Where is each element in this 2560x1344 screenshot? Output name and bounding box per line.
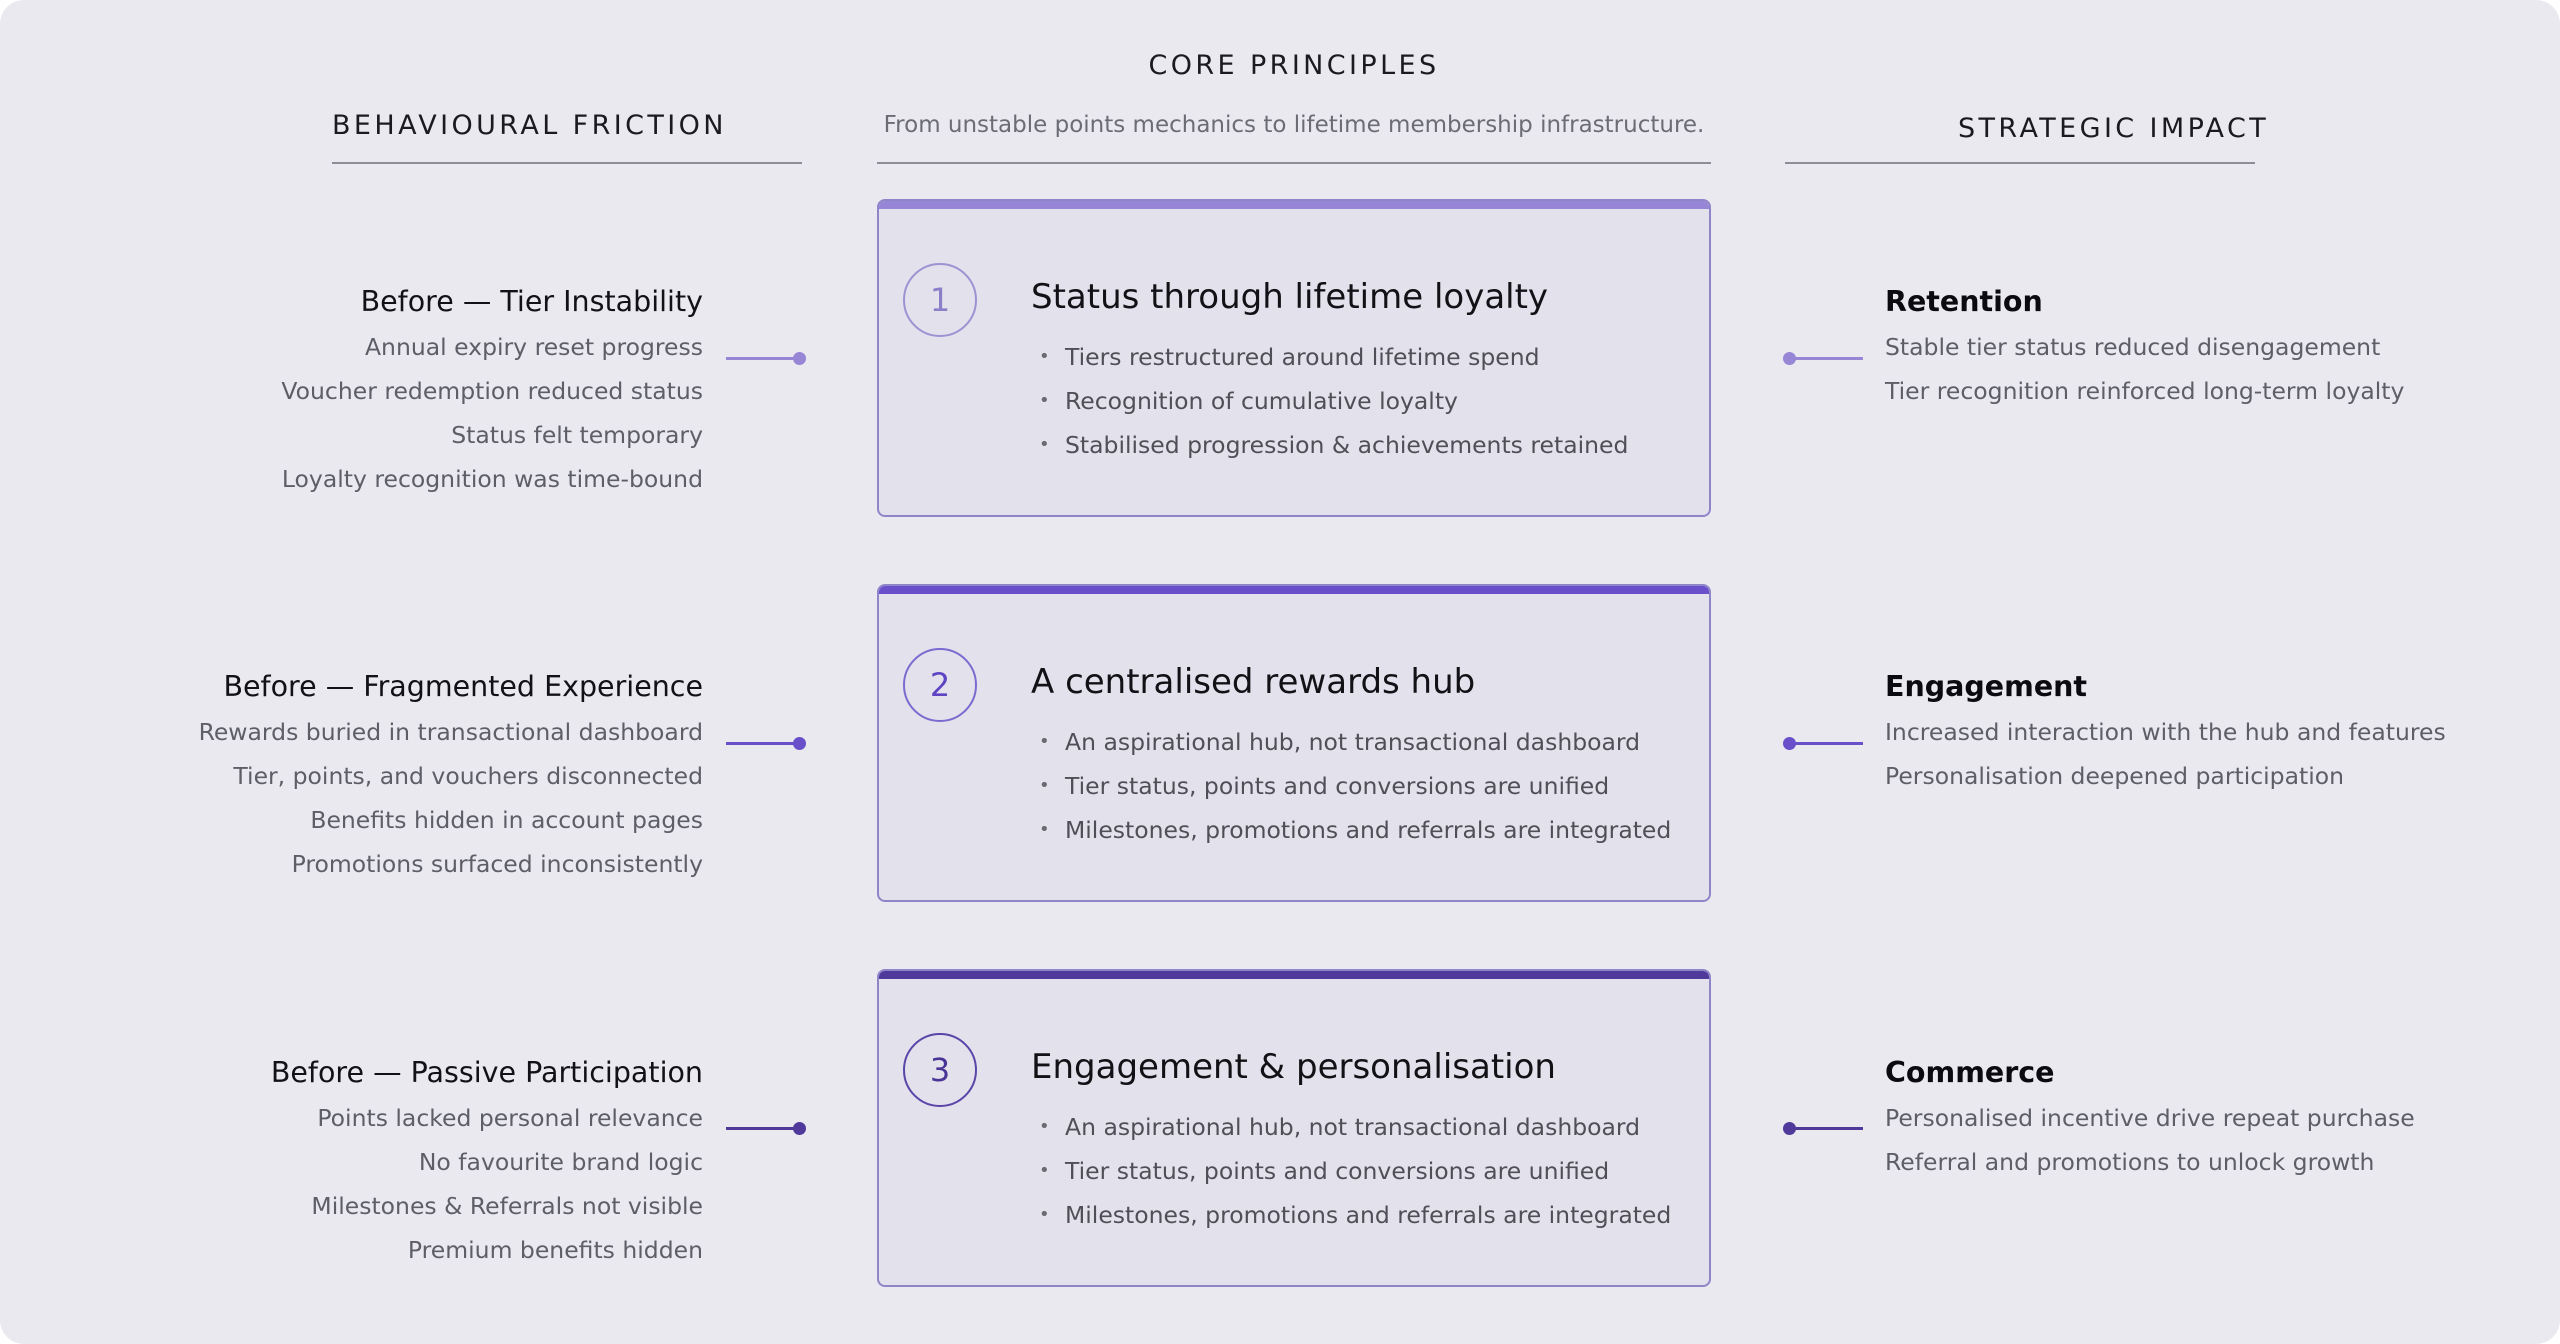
right-connector [1783, 1122, 1863, 1135]
friction-item: Voucher redemption reduced status [281, 377, 703, 405]
friction-block: Before — Passive Participation Points la… [180, 1050, 703, 1272]
card-accent-bar [879, 201, 1709, 209]
impact-item: Referral and promotions to unlock growth [1885, 1148, 2375, 1176]
principle-card: 2 A centralised rewards hub An aspiratio… [877, 584, 1711, 902]
principle-bullets: Tiers restructured around lifetime spend… [1031, 335, 1628, 467]
left-connector [726, 1122, 806, 1135]
principle-bullet: Milestones, promotions and referrals are… [1031, 1193, 1671, 1237]
right-divider [1785, 162, 2255, 164]
principle-bullet: Milestones, promotions and referrals are… [1031, 808, 1671, 852]
left-connector [726, 352, 806, 365]
friction-item: Rewards buried in transactional dashboar… [198, 718, 703, 746]
friction-item: No favourite brand logic [418, 1148, 703, 1176]
principle-title: Status through lifetime loyalty [1031, 277, 1549, 317]
principle-number-badge: 1 [903, 263, 977, 337]
friction-item: Loyalty recognition was time-bound [281, 465, 703, 493]
principle-bullets: An aspirational hub, not transactional d… [1031, 720, 1671, 852]
principle-bullet: Stabilised progression & achievements re… [1031, 423, 1628, 467]
core-principles-heading: CORE PRINCIPLES [1148, 50, 1440, 81]
friction-item: Status felt temporary [451, 421, 703, 449]
impact-block: Retention Stable tier status reduced dis… [1885, 279, 2525, 413]
principle-bullet: Tiers restructured around lifetime spend [1031, 335, 1628, 379]
principle-bullet: Tier status, points and conversions are … [1031, 1149, 1671, 1193]
connector-dot [1783, 352, 1796, 365]
friction-item: Tier, points, and vouchers disconnected [233, 762, 703, 790]
friction-title: Before — Fragmented Experience [223, 670, 703, 703]
right-connector [1783, 737, 1863, 750]
right-connector [1783, 352, 1863, 365]
principle-number-badge: 2 [903, 648, 977, 722]
impact-title: Engagement [1885, 670, 2088, 703]
impact-item: Tier recognition reinforced long-term lo… [1885, 377, 2405, 405]
core-principles-subtitle: From unstable points mechanics to lifeti… [883, 112, 1705, 138]
friction-title: Before — Passive Participation [270, 1056, 703, 1089]
card-accent-bar [879, 971, 1709, 979]
friction-item: Annual expiry reset progress [364, 333, 703, 361]
principle-card: 1 Status through lifetime loyalty Tiers … [877, 199, 1711, 517]
principle-bullets: An aspirational hub, not transactional d… [1031, 1105, 1671, 1237]
friction-block: Before — Fragmented Experience Rewards b… [180, 664, 703, 886]
friction-item: Milestones & Referrals not visible [311, 1192, 703, 1220]
card-accent-bar [879, 586, 1709, 594]
left-connector [726, 737, 806, 750]
impact-item: Increased interaction with the hub and f… [1885, 718, 2446, 746]
friction-item: Points lacked personal relevance [317, 1104, 703, 1132]
principle-number-badge: 3 [903, 1033, 977, 1107]
principle-title: A centralised rewards hub [1031, 662, 1476, 702]
impact-title: Retention [1885, 285, 2043, 318]
connector-dot [793, 737, 806, 750]
strategic-impact-heading: STRATEGIC IMPACT [1958, 113, 2270, 144]
impact-item: Personalised incentive drive repeat purc… [1885, 1104, 2415, 1132]
friction-item: Premium benefits hidden [407, 1236, 703, 1264]
connector-dot [1783, 1122, 1796, 1135]
connector-dot [793, 1122, 806, 1135]
impact-item: Personalisation deepened participation [1885, 762, 2345, 790]
principle-card: 3 Engagement & personalisation An aspira… [877, 969, 1711, 1287]
friction-title: Before — Tier Instability [360, 285, 703, 318]
impact-title: Commerce [1885, 1056, 2055, 1089]
friction-block: Before — Tier Instability Annual expiry … [180, 279, 703, 501]
friction-item: Benefits hidden in account pages [310, 806, 703, 834]
principle-bullet: Recognition of cumulative loyalty [1031, 379, 1628, 423]
principle-title: Engagement & personalisation [1031, 1047, 1556, 1087]
diagram-canvas: CORE PRINCIPLES From unstable points mec… [0, 0, 2560, 1344]
connector-dot [1783, 737, 1796, 750]
principle-bullet: An aspirational hub, not transactional d… [1031, 1105, 1671, 1149]
connector-dot [793, 352, 806, 365]
behavioural-friction-heading: BEHAVIOURAL FRICTION [332, 110, 727, 141]
impact-block: Engagement Increased interaction with th… [1885, 664, 2525, 798]
impact-item: Stable tier status reduced disengagement [1885, 333, 2381, 361]
principle-bullet: Tier status, points and conversions are … [1031, 764, 1671, 808]
impact-block: Commerce Personalised incentive drive re… [1885, 1050, 2525, 1184]
principle-bullet: An aspirational hub, not transactional d… [1031, 720, 1671, 764]
left-divider [332, 162, 802, 164]
friction-item: Promotions surfaced inconsistently [291, 850, 703, 878]
center-divider [877, 162, 1711, 164]
